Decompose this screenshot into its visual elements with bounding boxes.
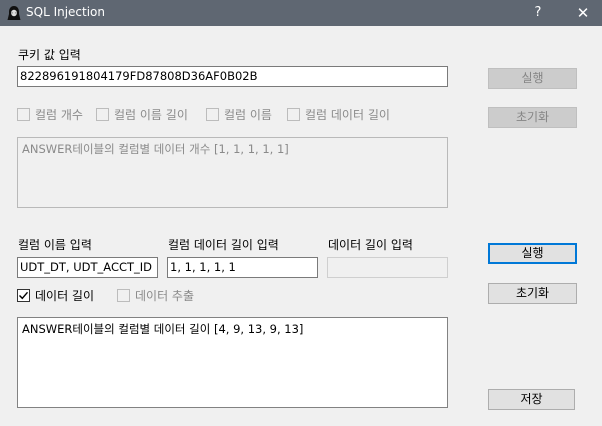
data-length-label: 데이터 길이 입력 <box>328 238 413 252</box>
close-button[interactable]: ✕ <box>570 2 596 24</box>
checkbox-label: 컬럼 이름 길이 <box>114 107 188 122</box>
check-icon <box>19 291 29 299</box>
window-title: SQL Injection <box>26 5 106 19</box>
checkbox-label: 컬럼 데이터 길이 <box>305 107 390 122</box>
cookie-reset-button[interactable]: 초기화 <box>488 107 577 128</box>
result-top-textarea[interactable]: ANSWER테이블의 컬럼별 데이터 개수 [1, 1, 1, 1, 1] <box>17 137 448 208</box>
checkbox-label: 데이터 길이 <box>35 288 95 303</box>
help-button[interactable]: ? <box>527 2 549 24</box>
save-button[interactable]: 저장 <box>488 389 575 410</box>
column-data-length-input[interactable]: 1, 1, 1, 1, 1 <box>167 257 318 278</box>
checkbox-label: 컬럼 이름 <box>224 107 272 122</box>
cookie-run-button[interactable]: 실행 <box>488 68 577 89</box>
title-bar: SQL Injection ? ✕ <box>0 0 602 26</box>
hacker-icon <box>7 6 21 20</box>
checkbox-box <box>206 107 219 121</box>
checkbox-column-name-length[interactable]: 컬럼 이름 길이 <box>96 106 188 122</box>
data-reset-button[interactable]: 초기화 <box>488 283 577 304</box>
checkbox-box <box>17 107 30 121</box>
cookie-input[interactable]: 822896191804179FD87808D36AF0B02B <box>17 66 448 87</box>
checkbox-box <box>117 288 130 302</box>
column-name-label: 컬럼 이름 입력 <box>18 238 92 252</box>
column-name-input[interactable]: UDT_DT, UDT_ACCT_ID <box>17 257 158 278</box>
checkbox-box <box>96 107 109 121</box>
cookie-label: 쿠키 값 입력 <box>18 48 81 62</box>
column-data-length-label: 컬럼 데이터 길이 입력 <box>168 238 279 252</box>
checkbox-column-data-length[interactable]: 컬럼 데이터 길이 <box>287 106 390 122</box>
result-bottom-textarea[interactable]: ANSWER테이블의 컬럼별 데이터 길이 [4, 9, 13, 9, 13] <box>17 317 448 408</box>
checkbox-column-count[interactable]: 컬럼 개수 <box>17 106 83 122</box>
data-run-button[interactable]: 실행 <box>488 243 577 264</box>
checkbox-label: 데이터 추출 <box>135 288 195 303</box>
checkbox-column-name[interactable]: 컬럼 이름 <box>206 106 272 122</box>
checkbox-box <box>287 107 300 121</box>
checkbox-label: 컬럼 개수 <box>35 107 83 122</box>
checkbox-box <box>17 288 30 302</box>
checkbox-data-length[interactable]: 데이터 길이 <box>17 287 94 303</box>
data-length-input[interactable] <box>327 257 448 278</box>
checkbox-data-extract[interactable]: 데이터 추출 <box>117 287 194 303</box>
